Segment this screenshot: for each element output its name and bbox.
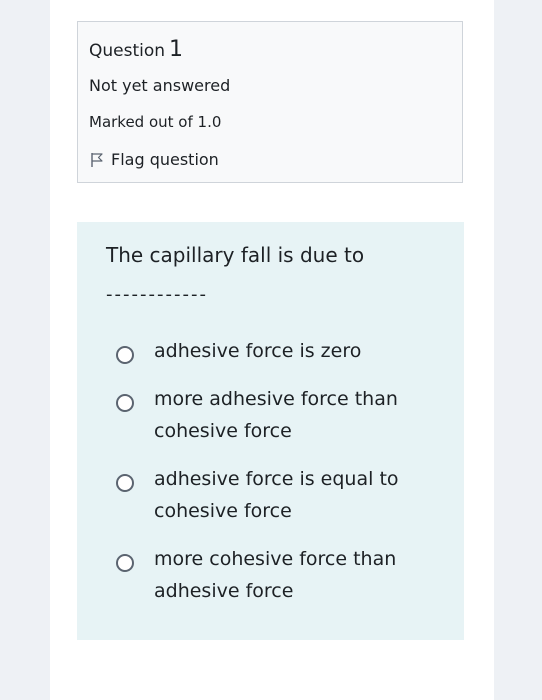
answer-option-label: adhesive force is zero	[154, 340, 362, 362]
question-state: Not yet answered	[89, 76, 231, 95]
answer-option-1[interactable]: adhesive force is zero	[116, 340, 446, 367]
flag-question-link[interactable]: Flag question	[89, 150, 219, 169]
answer-option-3[interactable]: adhesive force is equal to cohesive forc…	[116, 468, 446, 527]
question-grade: Marked out of 1.0	[89, 113, 222, 131]
question-title-prefix: Question	[89, 41, 166, 61]
question-title: Question 1	[89, 37, 183, 62]
radio-button[interactable]	[116, 554, 134, 572]
answer-option-2[interactable]: more adhesive force than cohesive force	[116, 388, 446, 447]
flag-question-label: Flag question	[111, 150, 219, 169]
flag-icon	[89, 152, 105, 168]
radio-button[interactable]	[116, 394, 134, 412]
question-blank: ------------	[106, 284, 208, 305]
radio-button[interactable]	[116, 346, 134, 364]
question-info-box: Question 1 Not yet answered Marked out of…	[77, 21, 463, 183]
answer-option-label: adhesive force is equal to cohesive forc…	[154, 468, 399, 522]
question-number: 1	[169, 37, 184, 62]
radio-button[interactable]	[116, 474, 134, 492]
answer-option-label: more cohesive force than adhesive force	[154, 548, 397, 602]
question-text: The capillary fall is due to	[106, 243, 365, 267]
question-content: The capillary fall is due to -----------…	[77, 222, 464, 640]
answer-option-label: more adhesive force than cohesive force	[154, 388, 398, 442]
answer-option-4[interactable]: more cohesive force than adhesive force	[116, 548, 446, 607]
